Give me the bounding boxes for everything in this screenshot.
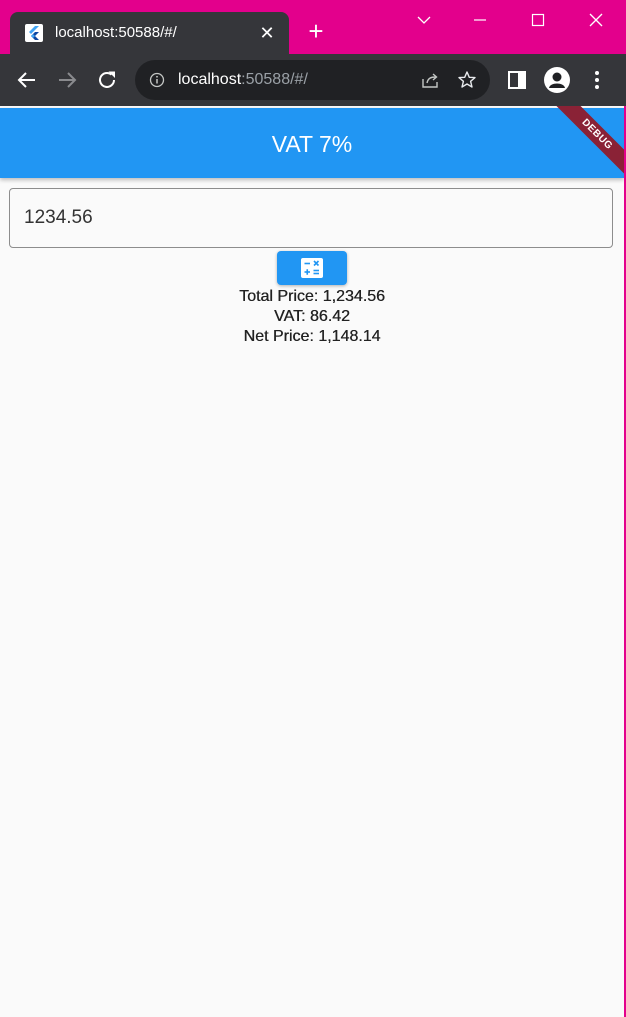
calculate-button[interactable] (277, 251, 347, 285)
total-price-text: Total Price: 1,234.56 (239, 288, 385, 305)
url-host: localhost (178, 71, 242, 88)
net-price-text: Net Price: 1,148.14 (243, 328, 381, 345)
tab-search-chevron-icon[interactable] (408, 6, 440, 34)
browser-title-bar: localhost:50588/#/ ✕ + (0, 0, 626, 54)
page-viewport: VAT 7% DEBUG Total Price: 1,234.56 VAT: … (0, 106, 626, 1017)
tab-title: localhost:50588/#/ (55, 24, 177, 41)
more-options-icon[interactable] (587, 67, 607, 93)
address-bar[interactable]: localhost:50588/#/ (135, 60, 490, 100)
url-text[interactable]: localhost:50588/#/ (178, 71, 308, 89)
browser-toolbar: localhost:50588/#/ (0, 54, 626, 106)
url-path: :50588/#/ (241, 71, 308, 88)
flutter-favicon-icon (25, 24, 43, 42)
minimize-icon[interactable] (464, 6, 496, 34)
side-panel-icon[interactable] (506, 69, 528, 91)
reload-icon[interactable] (94, 67, 120, 93)
browser-tab[interactable]: localhost:50588/#/ ✕ (10, 12, 289, 54)
forward-arrow-icon[interactable] (54, 67, 80, 93)
vat-text: VAT: 86.42 (274, 308, 350, 325)
results-block: Total Price: 1,234.56 VAT: 86.42 Net Pri… (0, 287, 624, 347)
site-info-icon[interactable] (149, 72, 165, 88)
calculate-icon (301, 258, 323, 278)
maximize-icon[interactable] (522, 6, 554, 34)
price-input[interactable] (24, 206, 584, 230)
back-arrow-icon[interactable] (14, 67, 40, 93)
close-window-icon[interactable] (580, 6, 612, 34)
bookmark-star-icon[interactable] (457, 70, 477, 90)
price-input-field[interactable] (9, 188, 613, 248)
person-icon (549, 72, 565, 88)
share-icon[interactable] (420, 70, 440, 90)
app-bar: VAT 7% (0, 108, 624, 178)
profile-avatar[interactable] (544, 67, 570, 93)
new-tab-icon[interactable]: + (304, 18, 328, 44)
app-title: VAT 7% (271, 131, 353, 157)
close-tab-icon[interactable]: ✕ (257, 23, 277, 43)
